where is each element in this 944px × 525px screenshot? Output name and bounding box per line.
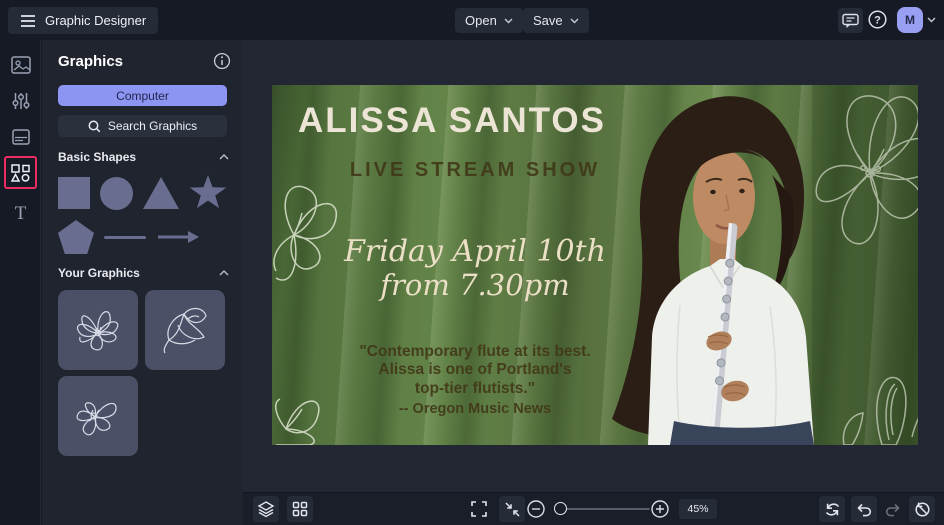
chevron-down-icon <box>504 18 513 23</box>
images-icon <box>10 56 31 74</box>
zoom-in-button[interactable] <box>647 496 673 522</box>
graphic-thumb-magnolia-2[interactable] <box>145 290 225 370</box>
poster-headline-text[interactable]: ALISSA SANTOS <box>298 101 658 141</box>
sidebar-item-text[interactable]: T <box>0 199 41 229</box>
magnolia-flower-icon <box>76 311 119 351</box>
zoom-level-badge[interactable]: 45% <box>679 499 717 519</box>
your-graphics-section-header[interactable]: Your Graphics <box>58 266 229 280</box>
adjustments-icon <box>11 93 30 109</box>
sidebar-item-shapes[interactable] <box>3 156 37 189</box>
graphic-thumb-magnolia-3[interactable] <box>58 376 138 456</box>
graphics-panel: Graphics Computer Search Graphics Basic … <box>42 40 243 525</box>
undo-button[interactable] <box>851 496 877 522</box>
undo-icon <box>857 503 872 516</box>
poster-date-text[interactable]: Friday April 10th from 7.30pm <box>290 235 660 301</box>
redo-icon <box>885 503 900 516</box>
poster-subheadline-text[interactable]: LIVE STREAM SHOW <box>300 159 650 182</box>
fullscreen-button[interactable] <box>466 496 492 522</box>
feedback-button[interactable] <box>838 8 863 33</box>
shape-arrow[interactable] <box>156 230 200 244</box>
computer-button[interactable]: Computer <box>58 85 227 106</box>
sync-button[interactable] <box>819 496 845 522</box>
basic-shapes-section-header[interactable]: Basic Shapes <box>58 150 229 164</box>
shape-circle[interactable] <box>100 176 133 210</box>
magnolia-bud-icon <box>163 307 207 354</box>
info-icon[interactable] <box>213 52 231 70</box>
graphic-thumb-magnolia-1[interactable] <box>58 290 138 370</box>
help-button[interactable]: ? <box>867 9 888 30</box>
sidebar-item-adjustments[interactable] <box>0 86 41 116</box>
app-title: Graphic Designer <box>45 13 147 28</box>
shape-line[interactable] <box>104 235 146 239</box>
chevron-up-icon <box>219 154 229 160</box>
zoom-out-icon <box>527 500 545 518</box>
fit-screen-button[interactable] <box>499 496 525 522</box>
revert-button[interactable] <box>909 496 935 522</box>
shape-pentagon[interactable] <box>58 220 94 254</box>
save-button[interactable]: Save <box>523 8 589 33</box>
fullscreen-icon <box>471 501 487 517</box>
zoom-slider-handle[interactable] <box>554 502 567 515</box>
search-icon <box>88 120 101 132</box>
hamburger-icon <box>21 14 35 27</box>
panel-title: Graphics <box>58 52 124 70</box>
zoom-in-icon <box>651 500 669 518</box>
workspace: ALISSA SANTOS LIVE STREAM SHOW Friday Ap… <box>243 40 944 525</box>
help-icon: ? <box>868 10 887 29</box>
chevron-down-icon <box>570 18 579 23</box>
svg-text:?: ? <box>874 15 881 27</box>
tool-rail: T <box>0 40 41 525</box>
templates-icon <box>11 129 30 145</box>
sidebar-item-templates[interactable] <box>0 122 41 152</box>
sidebar-item-images[interactable] <box>0 50 41 80</box>
poster-quote-text[interactable]: "Contemporary flute at its best. Alissa … <box>320 343 630 418</box>
app-menu[interactable]: Graphic Designer <box>8 7 159 34</box>
shape-square[interactable] <box>58 177 90 209</box>
layers-icon <box>257 501 275 518</box>
chevron-up-icon <box>219 270 229 276</box>
canvas-toolbar: 45% <box>243 492 944 525</box>
design-canvas[interactable]: ALISSA SANTOS LIVE STREAM SHOW Friday Ap… <box>272 85 918 445</box>
search-graphics-button[interactable]: Search Graphics <box>58 115 227 137</box>
shape-triangle[interactable] <box>143 177 179 209</box>
zoom-out-button[interactable] <box>523 496 549 522</box>
account-chevron-icon[interactable] <box>927 17 936 23</box>
layers-button[interactable] <box>253 496 279 522</box>
fit-screen-icon <box>504 501 520 517</box>
grid-view-button[interactable] <box>287 496 313 522</box>
avatar[interactable]: M <box>897 7 923 33</box>
redo-button[interactable] <box>880 496 906 522</box>
magnolia-open-icon <box>76 402 117 436</box>
text-icon: T <box>14 203 27 224</box>
shape-star[interactable] <box>189 175 227 209</box>
top-bar: Graphic Designer Open Save ? M <box>0 0 944 40</box>
zoom-slider-track[interactable] <box>556 508 650 510</box>
feedback-icon <box>842 13 859 28</box>
sync-icon <box>825 502 839 516</box>
shapes-icon <box>10 163 30 182</box>
grid-view-icon <box>292 501 308 517</box>
open-button[interactable]: Open <box>455 8 523 33</box>
revert-icon <box>914 501 930 517</box>
